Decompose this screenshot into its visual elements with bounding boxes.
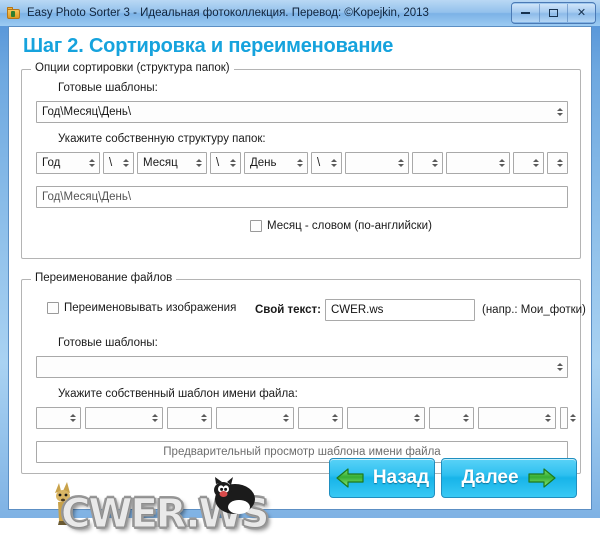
own-text-input[interactable]: CWER.ws [325,299,475,321]
chevron-updown-icon[interactable] [293,153,307,173]
chevron-updown-icon[interactable] [279,408,293,428]
sort-templates-value: Год\Месяц\День\ [42,106,132,118]
chevron-updown-icon[interactable] [541,408,555,428]
chevron-updown-icon[interactable] [553,153,567,173]
sort-options-legend: Опции сортировки (структура папок) [31,62,234,74]
chevron-updown-icon[interactable] [394,153,408,173]
back-button[interactable]: Назад [329,458,435,498]
client-area: Шаг 2. Сортировка и переименование Опции… [8,26,592,538]
structure-preview-field: Год\Месяц\День\ [36,186,568,208]
sort-options-group: Опции сортировки (структура папок) Готов… [21,62,581,259]
structure-part-4[interactable]: \ [210,152,241,174]
month-word-checkbox[interactable]: Месяц - словом (по-английски) [250,220,432,232]
structure-part-5-value: День [250,157,277,169]
filename-preview-placeholder: Предварительный просмотр шаблона имени ф… [163,446,441,458]
structure-part-2[interactable]: \ [103,152,134,174]
minimize-button[interactable] [512,4,540,22]
page-title: Шаг 2. Сортировка и переименование [23,35,394,57]
structure-part-6-value: \ [317,157,321,169]
structure-part-6[interactable]: \ [311,152,342,174]
chevron-updown-icon[interactable] [327,153,341,173]
structure-part-4-value: \ [216,157,220,169]
rename-files-legend: Переименование файлов [31,272,177,284]
minimize-icon [521,12,530,14]
maximize-button[interactable] [540,4,568,22]
chevron-updown-icon[interactable] [328,408,342,428]
structure-part-11[interactable] [547,152,568,174]
structure-part-7[interactable] [345,152,409,174]
chevron-updown-icon[interactable] [148,408,162,428]
filename-part-8[interactable] [478,407,556,429]
folder-icon [7,6,21,20]
rename-templates-combo[interactable] [36,356,568,378]
cwer-watermark: CWER.WS [31,477,281,541]
structure-preview-value: Год\Месяц\День\ [42,191,132,203]
filename-part-4[interactable] [216,407,294,429]
filename-part-5[interactable] [298,407,343,429]
own-text-label: Свой текст: [255,304,322,316]
maximize-icon [549,9,558,17]
structure-part-1-value: Год [42,157,61,169]
next-button[interactable]: Далее [441,458,577,498]
close-icon: ✕ [576,6,587,19]
chevron-updown-icon[interactable] [119,153,133,173]
checkbox-box[interactable] [250,220,262,232]
chevron-updown-icon[interactable] [553,102,567,122]
chevron-updown-icon[interactable] [553,357,567,377]
custom-structure-label: Укажите собственную структуру папок: [58,133,266,145]
structure-part-1[interactable]: Год [36,152,100,174]
month-word-checkbox-label: Месяц - словом (по-английски) [267,220,432,232]
sort-templates-combo[interactable]: Год\Месяц\День\ [36,101,568,123]
rename-templates-label: Готовые шаблоны: [58,337,158,349]
structure-part-8[interactable] [412,152,443,174]
structure-part-2-value: \ [109,157,113,169]
sylvester-mascot-icon [214,477,255,514]
filename-part-2[interactable] [85,407,163,429]
filename-part-9[interactable] [560,407,576,429]
sort-templates-label: Готовые шаблоны: [58,82,158,94]
rename-files-group: Переименование файлов Переименовывать из… [21,272,586,474]
chevron-updown-icon[interactable] [459,408,473,428]
chevron-updown-icon[interactable] [529,153,543,173]
chevron-updown-icon[interactable] [197,408,211,428]
structure-part-3-value: Месяц [143,157,178,169]
rename-images-checkbox-label: Переименовывать изображения [64,302,237,314]
structure-part-9[interactable] [446,152,510,174]
chevron-updown-icon[interactable] [226,153,240,173]
structure-part-5[interactable]: День [244,152,308,174]
title-bar[interactable]: Easy Photo Sorter 3 - Идеальная фотоколл… [0,0,600,26]
chevron-updown-icon[interactable] [66,408,80,428]
filename-part-7[interactable] [429,407,474,429]
structure-part-3[interactable]: Месяц [137,152,207,174]
chevron-updown-icon[interactable] [566,408,580,428]
chevron-updown-icon[interactable] [192,153,206,173]
chevron-updown-icon[interactable] [495,153,509,173]
next-button-label: Далее [461,467,519,488]
rename-images-checkbox[interactable]: Переименовывать изображения [47,302,236,314]
filename-part-3[interactable] [167,407,212,429]
application-window: Easy Photo Sorter 3 - Идеальная фотоколл… [0,0,600,538]
back-button-label: Назад [372,467,430,488]
structure-part-10[interactable] [513,152,544,174]
filename-part-6[interactable] [347,407,425,429]
arrow-right-icon [527,467,557,489]
own-text-hint: (напр.: Мои_фотки) [482,304,586,316]
window-title: Easy Photo Sorter 3 - Идеальная фотоколл… [27,7,429,19]
filename-part-1[interactable] [36,407,81,429]
close-button[interactable]: ✕ [568,4,595,22]
window-controls: ✕ [511,2,596,24]
custom-filename-label: Укажите собственный шаблон имени файла: [58,388,298,400]
own-text-value: CWER.ws [331,304,384,316]
chevron-updown-icon[interactable] [410,408,424,428]
arrow-left-icon [335,467,365,489]
chevron-updown-icon[interactable] [428,153,442,173]
checkbox-box[interactable] [47,302,59,314]
chevron-updown-icon[interactable] [85,153,99,173]
